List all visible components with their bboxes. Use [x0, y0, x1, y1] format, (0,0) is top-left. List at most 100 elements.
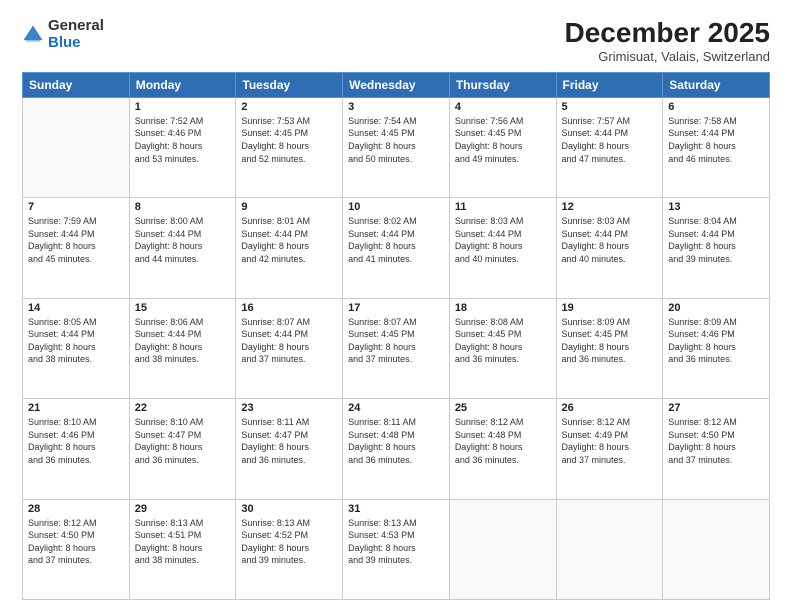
calendar-cell: 16 Sunrise: 8:07 AM Sunset: 4:44 PM Dayli…	[236, 298, 343, 398]
col-header-wednesday: Wednesday	[343, 72, 450, 97]
day-info: Sunrise: 8:10 AM Sunset: 4:46 PM Dayligh…	[28, 416, 124, 466]
day-number: 2	[241, 101, 337, 113]
day-info: Sunrise: 8:12 AM Sunset: 4:48 PM Dayligh…	[455, 416, 551, 466]
calendar-cell: 14 Sunrise: 8:05 AM Sunset: 4:44 PM Dayli…	[23, 298, 130, 398]
calendar-cell: 15Sunrise: 8:06 AM Sunset: 4:44 PM Dayli…	[129, 298, 236, 398]
subtitle: Grimisuat, Valais, Switzerland	[565, 49, 770, 64]
col-header-sunday: Sunday	[23, 72, 130, 97]
day-info: Sunrise: 8:11 AM Sunset: 4:47 PM Dayligh…	[241, 416, 337, 466]
day-number: 15	[135, 302, 231, 314]
calendar-cell	[23, 97, 130, 197]
day-info: Sunrise: 8:08 AM Sunset: 4:45 PM Dayligh…	[455, 316, 551, 366]
day-number: 27	[668, 402, 764, 414]
calendar-week-1: 7 Sunrise: 7:59 AM Sunset: 4:44 PM Daylig…	[23, 198, 770, 298]
col-header-thursday: Thursday	[449, 72, 556, 97]
calendar-cell: 22 Sunrise: 8:10 AM Sunset: 4:47 PM Dayli…	[129, 399, 236, 499]
page: General Blue December 2025 Grimisuat, Va…	[0, 0, 792, 612]
day-number: 1	[135, 101, 231, 113]
day-info: Sunrise: 8:02 AM Sunset: 4:44 PM Dayligh…	[348, 215, 444, 265]
calendar-cell: 27 Sunrise: 8:12 AM Sunset: 4:50 PM Dayli…	[663, 399, 770, 499]
day-info: Sunrise: 8:07 AM Sunset: 4:45 PM Dayligh…	[348, 316, 444, 366]
col-header-monday: Monday	[129, 72, 236, 97]
calendar-week-0: 1 Sunrise: 7:52 AM Sunset: 4:46 PM Daylig…	[23, 97, 770, 197]
day-number: 30	[241, 503, 337, 515]
day-info: Sunrise: 8:04 AM Sunset: 4:44 PM Dayligh…	[668, 215, 764, 265]
day-info: Sunrise: 8:12 AM Sunset: 4:50 PM Dayligh…	[668, 416, 764, 466]
day-info: Sunrise: 7:56 AM Sunset: 4:45 PM Dayligh…	[455, 115, 551, 165]
day-number: 21	[28, 402, 124, 414]
day-info: Sunrise: 8:09 AM Sunset: 4:45 PM Dayligh…	[562, 316, 658, 366]
day-number: 11	[455, 201, 551, 213]
day-number: 9	[241, 201, 337, 213]
calendar-cell: 12 Sunrise: 8:03 AM Sunset: 4:44 PM Dayli…	[556, 198, 663, 298]
day-number: 24	[348, 402, 444, 414]
day-number: 31	[348, 503, 444, 515]
day-number: 13	[668, 201, 764, 213]
day-number: 28	[28, 503, 124, 515]
day-info: Sunrise: 8:03 AM Sunset: 4:44 PM Dayligh…	[455, 215, 551, 265]
day-info: Sunrise: 8:12 AM Sunset: 4:49 PM Dayligh…	[562, 416, 658, 466]
calendar-cell: 18 Sunrise: 8:08 AM Sunset: 4:45 PM Dayli…	[449, 298, 556, 398]
day-number: 23	[241, 402, 337, 414]
calendar-cell: 7 Sunrise: 7:59 AM Sunset: 4:44 PM Daylig…	[23, 198, 130, 298]
day-info: Sunrise: 8:01 AM Sunset: 4:44 PM Dayligh…	[241, 215, 337, 265]
day-number: 8	[135, 201, 231, 213]
calendar-cell: 29 Sunrise: 8:13 AM Sunset: 4:51 PM Dayli…	[129, 499, 236, 599]
day-info: Sunrise: 8:13 AM Sunset: 4:52 PM Dayligh…	[241, 517, 337, 567]
calendar-week-2: 14 Sunrise: 8:05 AM Sunset: 4:44 PM Dayli…	[23, 298, 770, 398]
calendar-cell: 28 Sunrise: 8:12 AM Sunset: 4:50 PM Dayli…	[23, 499, 130, 599]
calendar-cell: 10Sunrise: 8:02 AM Sunset: 4:44 PM Dayli…	[343, 198, 450, 298]
logo-general: General	[48, 18, 104, 35]
calendar-cell: 21 Sunrise: 8:10 AM Sunset: 4:46 PM Dayli…	[23, 399, 130, 499]
day-info: Sunrise: 8:03 AM Sunset: 4:44 PM Dayligh…	[562, 215, 658, 265]
day-number: 16	[241, 302, 337, 314]
calendar-cell: 25 Sunrise: 8:12 AM Sunset: 4:48 PM Dayli…	[449, 399, 556, 499]
calendar-cell: 2Sunrise: 7:53 AM Sunset: 4:45 PM Daylig…	[236, 97, 343, 197]
calendar-cell: 11 Sunrise: 8:03 AM Sunset: 4:44 PM Dayli…	[449, 198, 556, 298]
day-number: 7	[28, 201, 124, 213]
day-info: Sunrise: 7:52 AM Sunset: 4:46 PM Dayligh…	[135, 115, 231, 165]
day-number: 29	[135, 503, 231, 515]
logo-blue: Blue	[48, 35, 104, 52]
calendar-cell: 3Sunrise: 7:54 AM Sunset: 4:45 PM Daylig…	[343, 97, 450, 197]
calendar-cell: 24Sunrise: 8:11 AM Sunset: 4:48 PM Dayli…	[343, 399, 450, 499]
day-info: Sunrise: 8:10 AM Sunset: 4:47 PM Dayligh…	[135, 416, 231, 466]
day-info: Sunrise: 8:12 AM Sunset: 4:50 PM Dayligh…	[28, 517, 124, 567]
day-info: Sunrise: 8:09 AM Sunset: 4:46 PM Dayligh…	[668, 316, 764, 366]
day-info: Sunrise: 7:54 AM Sunset: 4:45 PM Dayligh…	[348, 115, 444, 165]
calendar-cell: 31 Sunrise: 8:13 AM Sunset: 4:53 PM Dayli…	[343, 499, 450, 599]
day-info: Sunrise: 7:59 AM Sunset: 4:44 PM Dayligh…	[28, 215, 124, 265]
calendar-week-4: 28 Sunrise: 8:12 AM Sunset: 4:50 PM Dayli…	[23, 499, 770, 599]
day-info: Sunrise: 8:13 AM Sunset: 4:51 PM Dayligh…	[135, 517, 231, 567]
day-number: 25	[455, 402, 551, 414]
logo: General Blue	[22, 18, 104, 51]
calendar-cell: 30 Sunrise: 8:13 AM Sunset: 4:52 PM Dayli…	[236, 499, 343, 599]
day-number: 22	[135, 402, 231, 414]
calendar-cell: 4 Sunrise: 7:56 AM Sunset: 4:45 PM Daylig…	[449, 97, 556, 197]
day-number: 4	[455, 101, 551, 113]
day-info: Sunrise: 8:13 AM Sunset: 4:53 PM Dayligh…	[348, 517, 444, 567]
day-number: 12	[562, 201, 658, 213]
calendar-cell: 6Sunrise: 7:58 AM Sunset: 4:44 PM Daylig…	[663, 97, 770, 197]
day-info: Sunrise: 8:07 AM Sunset: 4:44 PM Dayligh…	[241, 316, 337, 366]
col-header-friday: Friday	[556, 72, 663, 97]
logo-icon	[22, 24, 44, 46]
day-number: 18	[455, 302, 551, 314]
calendar-cell	[663, 499, 770, 599]
day-number: 17	[348, 302, 444, 314]
col-header-saturday: Saturday	[663, 72, 770, 97]
calendar-cell	[556, 499, 663, 599]
calendar-cell: 1 Sunrise: 7:52 AM Sunset: 4:46 PM Daylig…	[129, 97, 236, 197]
calendar-cell: 20Sunrise: 8:09 AM Sunset: 4:46 PM Dayli…	[663, 298, 770, 398]
calendar-cell	[449, 499, 556, 599]
calendar-cell: 5Sunrise: 7:57 AM Sunset: 4:44 PM Daylig…	[556, 97, 663, 197]
calendar-cell: 19Sunrise: 8:09 AM Sunset: 4:45 PM Dayli…	[556, 298, 663, 398]
calendar-cell: 23 Sunrise: 8:11 AM Sunset: 4:47 PM Dayli…	[236, 399, 343, 499]
calendar-table: SundayMondayTuesdayWednesdayThursdayFrid…	[22, 72, 770, 600]
day-info: Sunrise: 8:05 AM Sunset: 4:44 PM Dayligh…	[28, 316, 124, 366]
col-header-tuesday: Tuesday	[236, 72, 343, 97]
calendar-cell: 26Sunrise: 8:12 AM Sunset: 4:49 PM Dayli…	[556, 399, 663, 499]
day-info: Sunrise: 7:57 AM Sunset: 4:44 PM Dayligh…	[562, 115, 658, 165]
day-number: 14	[28, 302, 124, 314]
calendar-week-3: 21 Sunrise: 8:10 AM Sunset: 4:46 PM Dayli…	[23, 399, 770, 499]
